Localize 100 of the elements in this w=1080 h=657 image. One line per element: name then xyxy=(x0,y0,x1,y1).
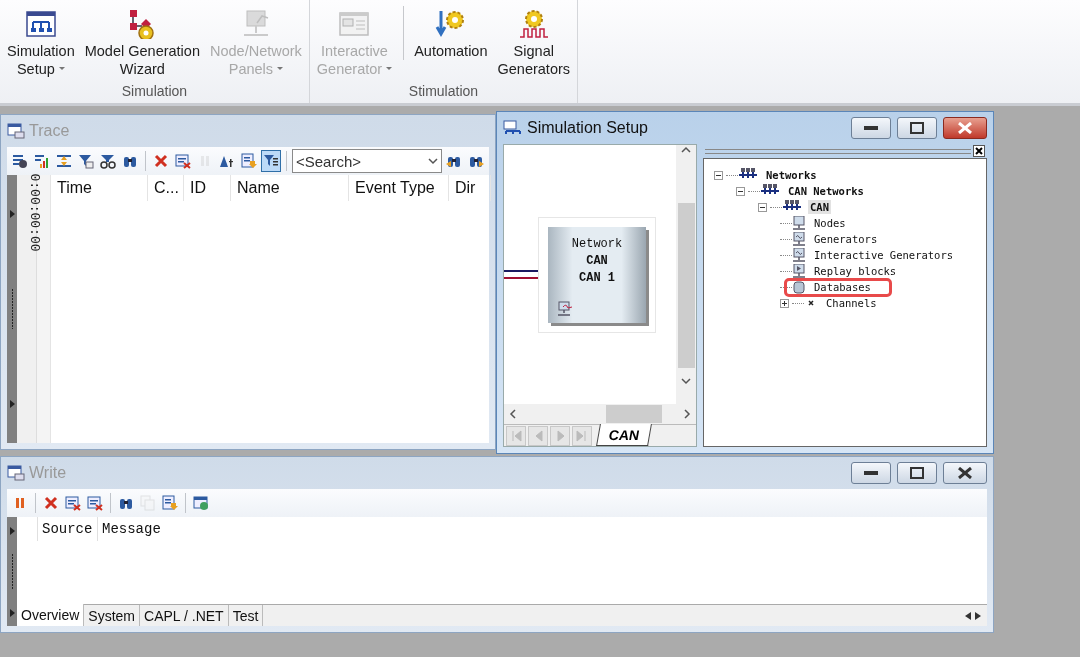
ribbon-button[interactable]: Model Generation Wizard xyxy=(79,6,205,78)
window-icon xyxy=(7,465,25,481)
funnel-icon xyxy=(263,153,279,169)
caret-icon xyxy=(58,67,65,71)
column-header[interactable]: C... xyxy=(148,175,184,201)
scroll-right-icon[interactable] xyxy=(682,409,692,419)
expand-toggle[interactable] xyxy=(736,186,745,196)
nav-arrow-icon xyxy=(575,429,589,443)
ribbon-button[interactable]: Automation xyxy=(403,6,493,60)
network-window-icon xyxy=(503,120,523,136)
tree-item[interactable]: Networks xyxy=(764,168,819,182)
close-button[interactable] xyxy=(943,462,987,484)
sheet-tab[interactable]: CAN xyxy=(596,424,653,446)
export-icon xyxy=(162,495,178,511)
scroll-left-icon[interactable] xyxy=(508,409,518,419)
monitor-icon xyxy=(557,300,573,317)
expand-arrow-icon xyxy=(9,399,15,408)
search-field[interactable]: <Search> xyxy=(292,149,442,173)
expand-toggle[interactable] xyxy=(714,170,723,180)
chevron-down-icon[interactable] xyxy=(428,156,438,166)
column-header[interactable]: Event Type xyxy=(349,175,449,201)
list-gear-icon xyxy=(12,153,28,169)
close-button[interactable] xyxy=(943,117,987,139)
expand-arrow-icon xyxy=(9,608,15,617)
tree-item[interactable]: Replay blocks xyxy=(812,264,899,278)
scroll-thumb[interactable] xyxy=(606,405,662,423)
grip-icon xyxy=(10,289,14,329)
scroll-right-icon[interactable] xyxy=(975,611,981,620)
funnel-mail-icon xyxy=(78,153,94,169)
close-icon xyxy=(975,147,983,155)
close-icon xyxy=(958,122,972,134)
restore-button[interactable] xyxy=(897,117,937,139)
column-header[interactable]: Source xyxy=(37,517,97,541)
tree-item[interactable]: CAN xyxy=(808,200,831,214)
clear-list-icon xyxy=(175,153,191,169)
expand-arrow-icon xyxy=(9,526,15,535)
close-icon xyxy=(958,467,972,479)
monitor-icon xyxy=(792,215,806,231)
caret-icon xyxy=(386,67,393,71)
delete-icon xyxy=(153,153,169,169)
expand-arrows-icon xyxy=(56,153,72,169)
window-title: Write xyxy=(29,464,68,482)
column-header[interactable]: Name xyxy=(231,175,349,201)
tab[interactable]: Overview xyxy=(17,604,85,626)
wave-gear-icon xyxy=(517,9,550,39)
tree-item[interactable]: Generators xyxy=(812,232,880,246)
window-title: Simulation Setup xyxy=(527,119,649,137)
minimize-button[interactable] xyxy=(851,117,891,139)
column-header[interactable]: Message xyxy=(97,517,797,541)
group-label: Stimulation xyxy=(407,83,480,101)
clear-mail-icon xyxy=(65,495,81,511)
tree-item[interactable]: Databases xyxy=(812,280,873,294)
database-icon xyxy=(792,280,806,294)
column-header[interactable]: ID xyxy=(184,175,231,201)
tree-item[interactable]: Interactive Generators xyxy=(812,248,956,262)
scroll-thumb[interactable] xyxy=(677,203,695,368)
scroll-left-icon[interactable] xyxy=(965,611,971,620)
column-header[interactable]: Dir xyxy=(449,175,491,201)
scroll-up-icon[interactable] xyxy=(681,145,691,155)
minimize-button[interactable] xyxy=(851,462,891,484)
window-icon xyxy=(7,123,25,139)
group-label: Simulation xyxy=(120,83,189,101)
column-header[interactable]: Time xyxy=(51,175,148,201)
tree-item[interactable]: Channels xyxy=(824,296,879,310)
delete-icon xyxy=(43,495,59,511)
ribbon-button[interactable]: Signal Generators xyxy=(492,6,576,78)
minimize-icon xyxy=(864,126,878,130)
close-button[interactable] xyxy=(973,145,985,157)
plus-icon xyxy=(781,299,788,307)
panel-window-icon xyxy=(338,9,371,39)
arrow-gear-icon xyxy=(434,9,467,39)
tab[interactable]: Test xyxy=(228,605,264,626)
ribbon-button[interactable]: Simulation Setup xyxy=(2,6,80,78)
tree-item[interactable]: Nodes xyxy=(812,216,848,230)
scroll-down-icon[interactable] xyxy=(681,376,691,386)
network-window-icon xyxy=(24,9,57,39)
import-icon xyxy=(241,153,257,169)
tab[interactable]: CAPL / .NET xyxy=(140,605,229,626)
funnel-glasses-icon xyxy=(100,153,116,169)
restore-icon xyxy=(910,122,924,134)
expand-toggle[interactable] xyxy=(758,202,767,212)
expand-toggle[interactable] xyxy=(780,298,789,308)
minimize-icon xyxy=(864,471,878,475)
wave-monitor-icon xyxy=(792,247,806,263)
window-title: Trace xyxy=(29,122,71,140)
network-block[interactable]: Network CAN CAN 1 xyxy=(548,226,646,323)
caret-icon xyxy=(277,67,284,71)
tree-item[interactable]: CAN Networks xyxy=(786,184,866,198)
bar-chart-icon xyxy=(34,153,50,169)
nav-arrow-icon xyxy=(509,429,523,443)
clear-doc-icon xyxy=(87,495,103,511)
grip-icon xyxy=(10,553,14,590)
restore-button[interactable] xyxy=(897,462,937,484)
play-monitor-icon xyxy=(792,263,806,279)
expand-arrow-icon xyxy=(9,210,15,219)
tab[interactable]: System xyxy=(84,605,141,626)
funnel-button[interactable] xyxy=(261,150,281,172)
time-axis-label: 0:00:00:00 xyxy=(26,173,42,252)
restore-icon xyxy=(910,467,924,479)
globe-window-icon xyxy=(193,495,209,511)
